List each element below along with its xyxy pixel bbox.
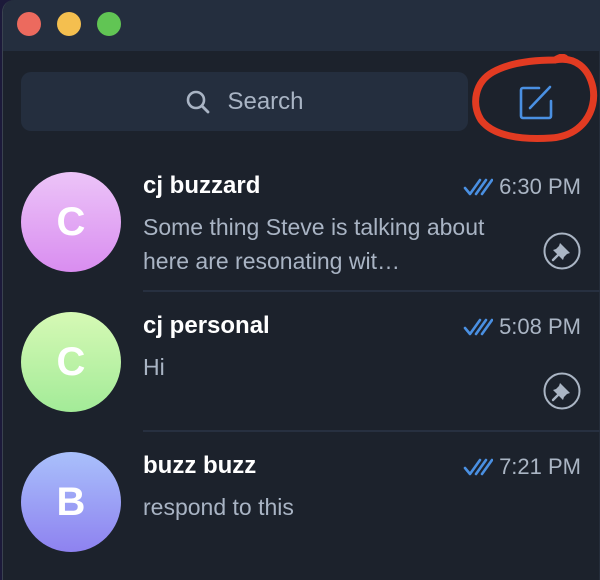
zoom-window-button[interactable]	[97, 12, 121, 36]
avatar-initial: B	[56, 479, 86, 524]
pin-icon[interactable]	[543, 372, 581, 410]
chat-name: buzz buzz	[143, 452, 257, 479]
compose-button[interactable]	[513, 80, 559, 126]
chat-time: 5:08 PM	[463, 314, 581, 340]
minimize-window-button[interactable]	[57, 12, 81, 36]
search-placeholder: Search	[227, 87, 304, 115]
compose-icon	[519, 85, 553, 120]
avatar: C	[21, 312, 121, 412]
chat-preview: Hi	[143, 354, 165, 380]
avatar: B	[21, 452, 121, 552]
avatar: C	[21, 172, 121, 272]
double-check-icon	[463, 318, 494, 336]
chat-time: 6:30 PM	[463, 174, 581, 200]
chat-list-item[interactable]: C cj buzzard 6:30 PM Some thing Steve is…	[3, 150, 600, 290]
search-input[interactable]: Search	[21, 72, 468, 131]
search-icon	[187, 90, 210, 113]
chat-name: cj buzzard	[143, 172, 261, 199]
chat-list-item[interactable]: B buzz buzz 7:21 PM respond to this	[3, 430, 600, 570]
chat-preview: respond to this	[143, 494, 294, 520]
avatar-initial: C	[56, 339, 86, 384]
time-label: 7:21 PM	[499, 454, 581, 479]
time-label: 6:30 PM	[499, 174, 581, 199]
title-bar	[3, 0, 600, 51]
chat-name: cj personal	[143, 312, 270, 339]
pin-icon[interactable]	[543, 232, 581, 270]
double-check-icon	[463, 178, 494, 196]
avatar-initial: C	[56, 199, 86, 244]
chat-list-item[interactable]: C cj personal 5:08 PM Hi	[3, 290, 600, 430]
chat-preview: Some thing Steve is talking about here a…	[143, 214, 485, 274]
app-window: Search C cj buzzard 6:30 PM Some thing S…	[2, 0, 600, 580]
close-window-button[interactable]	[17, 12, 41, 36]
chat-time: 7:21 PM	[463, 454, 581, 480]
time-label: 5:08 PM	[499, 314, 581, 339]
double-check-icon	[463, 458, 494, 476]
